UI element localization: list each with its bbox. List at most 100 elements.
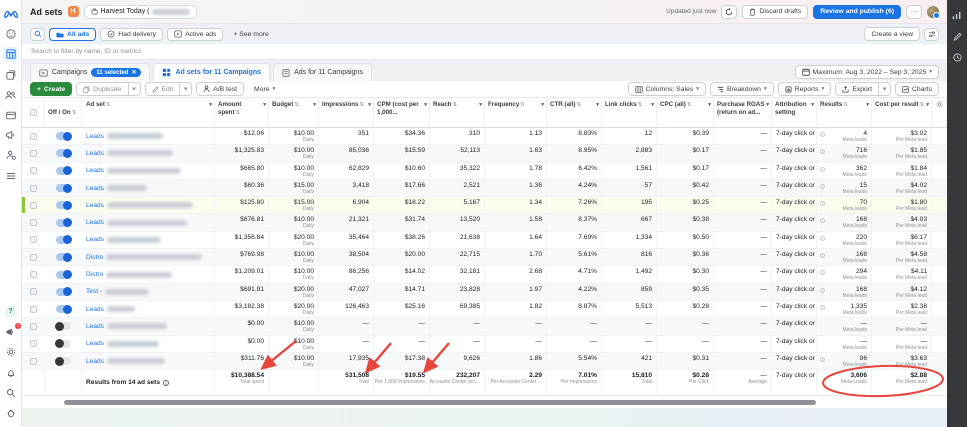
ad-set-name-cell[interactable]: Leads	[82, 128, 215, 144]
ad-set-name-link[interactable]: Leads	[86, 219, 104, 226]
table-row[interactable]: Leads$665.80$10.00Daily62,829$10.6035,32…	[22, 163, 947, 180]
ad-set-name-cell[interactable]: Leads	[82, 336, 215, 352]
table-search-input[interactable]	[31, 48, 938, 55]
row-checkbox[interactable]	[22, 353, 45, 369]
charts-button[interactable]: Charts	[895, 82, 939, 96]
column-header-results[interactable]: Results⇅▾	[817, 98, 872, 127]
horizontal-scrollbar[interactable]	[22, 396, 947, 408]
edit-pencil-icon[interactable]	[953, 32, 962, 43]
ad-set-name-link[interactable]: Leads	[86, 236, 104, 243]
row-status-toggle[interactable]	[45, 249, 82, 265]
tab-campaigns[interactable]: Campaigns 11 selected✕	[30, 63, 150, 81]
row-status-toggle[interactable]	[45, 214, 82, 230]
row-checkbox[interactable]	[22, 249, 45, 265]
column-header-impressions[interactable]: Impressions⇅▾	[319, 98, 374, 127]
create-a-view-button[interactable]: Create a view	[864, 27, 920, 41]
row-checkbox[interactable]	[22, 232, 45, 248]
row-status-toggle[interactable]	[45, 318, 82, 334]
ad-set-name-cell[interactable]: Distro	[82, 249, 215, 265]
ad-set-name-link[interactable]: Leads	[86, 133, 104, 140]
review-and-publish-button[interactable]: Review and publish (6)	[813, 5, 901, 19]
user-avatar[interactable]	[927, 6, 939, 18]
duplicate-dropdown[interactable]: ▾	[129, 82, 141, 96]
help-icon[interactable]: ?	[3, 304, 18, 319]
column-header-reach[interactable]: Reach⇅▾	[430, 98, 485, 127]
ad-set-name-cell[interactable]: Leads	[82, 197, 215, 213]
more-options-button[interactable]: ···	[906, 5, 922, 19]
edit-button[interactable]: Edit	[145, 82, 181, 96]
row-checkbox[interactable]	[22, 336, 45, 352]
ad-set-name-link[interactable]: Leads	[86, 202, 104, 209]
settings-gear-icon[interactable]	[3, 345, 18, 360]
column-header-budget[interactable]: Budget⇅▾	[269, 98, 319, 127]
ad-set-name-cell[interactable]: Leads	[82, 301, 215, 317]
ad-set-name-cell[interactable]: Leads	[82, 145, 215, 161]
more-button[interactable]: More▾	[248, 83, 281, 96]
row-checkbox[interactable]	[22, 318, 45, 334]
ad-set-name-cell[interactable]: Leads	[82, 163, 215, 179]
see-more-filters[interactable]: + See more	[227, 28, 274, 41]
row-checkbox[interactable]	[22, 180, 45, 196]
ad-set-name-link[interactable]: Distro	[86, 254, 103, 261]
billing-icon[interactable]	[3, 108, 18, 123]
table-row[interactable]: Leads$125.80$15.00Daily6,904$18.225,1671…	[22, 197, 947, 214]
ads-manager-icon[interactable]	[3, 47, 18, 62]
reports-button[interactable]: Reports▾	[778, 82, 832, 96]
row-checkbox[interactable]	[22, 145, 45, 161]
ad-set-name-cell[interactable]: Test -	[82, 284, 215, 300]
search-icon[interactable]	[3, 385, 18, 400]
table-row[interactable]: Leads$1,325.83$10.00Daily85,036$15.5952,…	[22, 145, 947, 162]
row-status-toggle[interactable]	[45, 301, 82, 317]
column-header-attribution[interactable]: Attribution setting▾	[772, 98, 817, 127]
row-status-toggle[interactable]	[45, 284, 82, 300]
table-row[interactable]: Leads$676.81$10.00Daily21,321$31.7413,52…	[22, 214, 947, 231]
column-header-spent[interactable]: Amount spent⇅▾	[215, 98, 269, 127]
info-icon[interactable]: i	[163, 380, 169, 386]
row-status-toggle[interactable]	[45, 336, 82, 352]
account-selector[interactable]: Harvest Today (	[84, 5, 198, 19]
bug-report-icon[interactable]	[3, 405, 18, 420]
ad-set-name-cell[interactable]: Distro	[82, 266, 215, 282]
table-row[interactable]: Distro$1,209.01$10.00Daily86,256$14.0232…	[22, 266, 947, 283]
column-header-link_clicks[interactable]: Link clicks⇅▾	[602, 98, 657, 127]
select-all-checkbox[interactable]	[22, 98, 45, 127]
ad-set-name-link[interactable]: Leads	[86, 323, 104, 330]
column-header-roas[interactable]: Purchase ROAS (return on ad...▾	[714, 98, 772, 127]
view-settings-button[interactable]	[924, 28, 939, 41]
clear-selection-icon[interactable]: ✕	[131, 69, 136, 76]
columns-button[interactable]: Columns: Sales▾	[628, 82, 706, 96]
promotions-megaphone-icon[interactable]	[3, 128, 18, 143]
ad-set-name-cell[interactable]: Leads	[82, 180, 215, 196]
column-header-cost_per_result[interactable]: Cost per result⇅▾	[872, 98, 932, 127]
row-status-toggle[interactable]	[45, 128, 82, 144]
refresh-button[interactable]	[721, 5, 737, 19]
ad-set-name-link[interactable]: Leads	[86, 167, 104, 174]
row-checkbox[interactable]	[22, 214, 45, 230]
ad-set-name-cell[interactable]: Leads	[82, 232, 215, 248]
pages-icon[interactable]	[3, 67, 18, 82]
column-header-frequency[interactable]: Frequency⇅▾	[485, 98, 547, 127]
column-header-cpc[interactable]: CPC (all)⇅▾	[657, 98, 714, 127]
row-status-toggle[interactable]	[45, 353, 82, 369]
ad-set-name-cell[interactable]: Leads	[82, 214, 215, 230]
filter-chip-active-ads[interactable]: Active ads	[167, 28, 223, 41]
row-checkbox[interactable]	[22, 301, 45, 317]
export-dropdown[interactable]: ▾	[879, 82, 891, 96]
history-clock-icon[interactable]	[953, 53, 962, 64]
ad-set-name-cell[interactable]: Leads	[82, 318, 215, 334]
column-header-ad-set[interactable]: Ad set⇅▾	[82, 98, 215, 127]
row-checkbox[interactable]	[22, 284, 45, 300]
column-settings-gear-icon[interactable]	[932, 98, 947, 127]
column-header-cpm[interactable]: CPM (cost per 1,000...▾	[374, 98, 430, 127]
row-status-toggle[interactable]	[45, 180, 82, 196]
insights-chart-icon[interactable]	[952, 11, 962, 22]
ab-test-button[interactable]: A/B test	[196, 82, 244, 96]
table-row[interactable]: Leads$0.00$10.00Daily————————7-day click…	[22, 336, 947, 353]
ad-set-name-cell[interactable]: Leads	[82, 353, 215, 369]
table-row[interactable]: Leads$311.76$10.00Daily17,935$17.389,626…	[22, 353, 947, 370]
table-row[interactable]: Leads$60.36$15.00Daily3,418$17.662,5211.…	[22, 180, 947, 197]
account-settings-icon[interactable]	[3, 148, 18, 163]
table-row[interactable]: Distro$769.98$10.00Daily38,504$20.0022,7…	[22, 249, 947, 266]
scrollbar-thumb[interactable]	[64, 400, 816, 405]
row-checkbox[interactable]	[22, 266, 45, 282]
